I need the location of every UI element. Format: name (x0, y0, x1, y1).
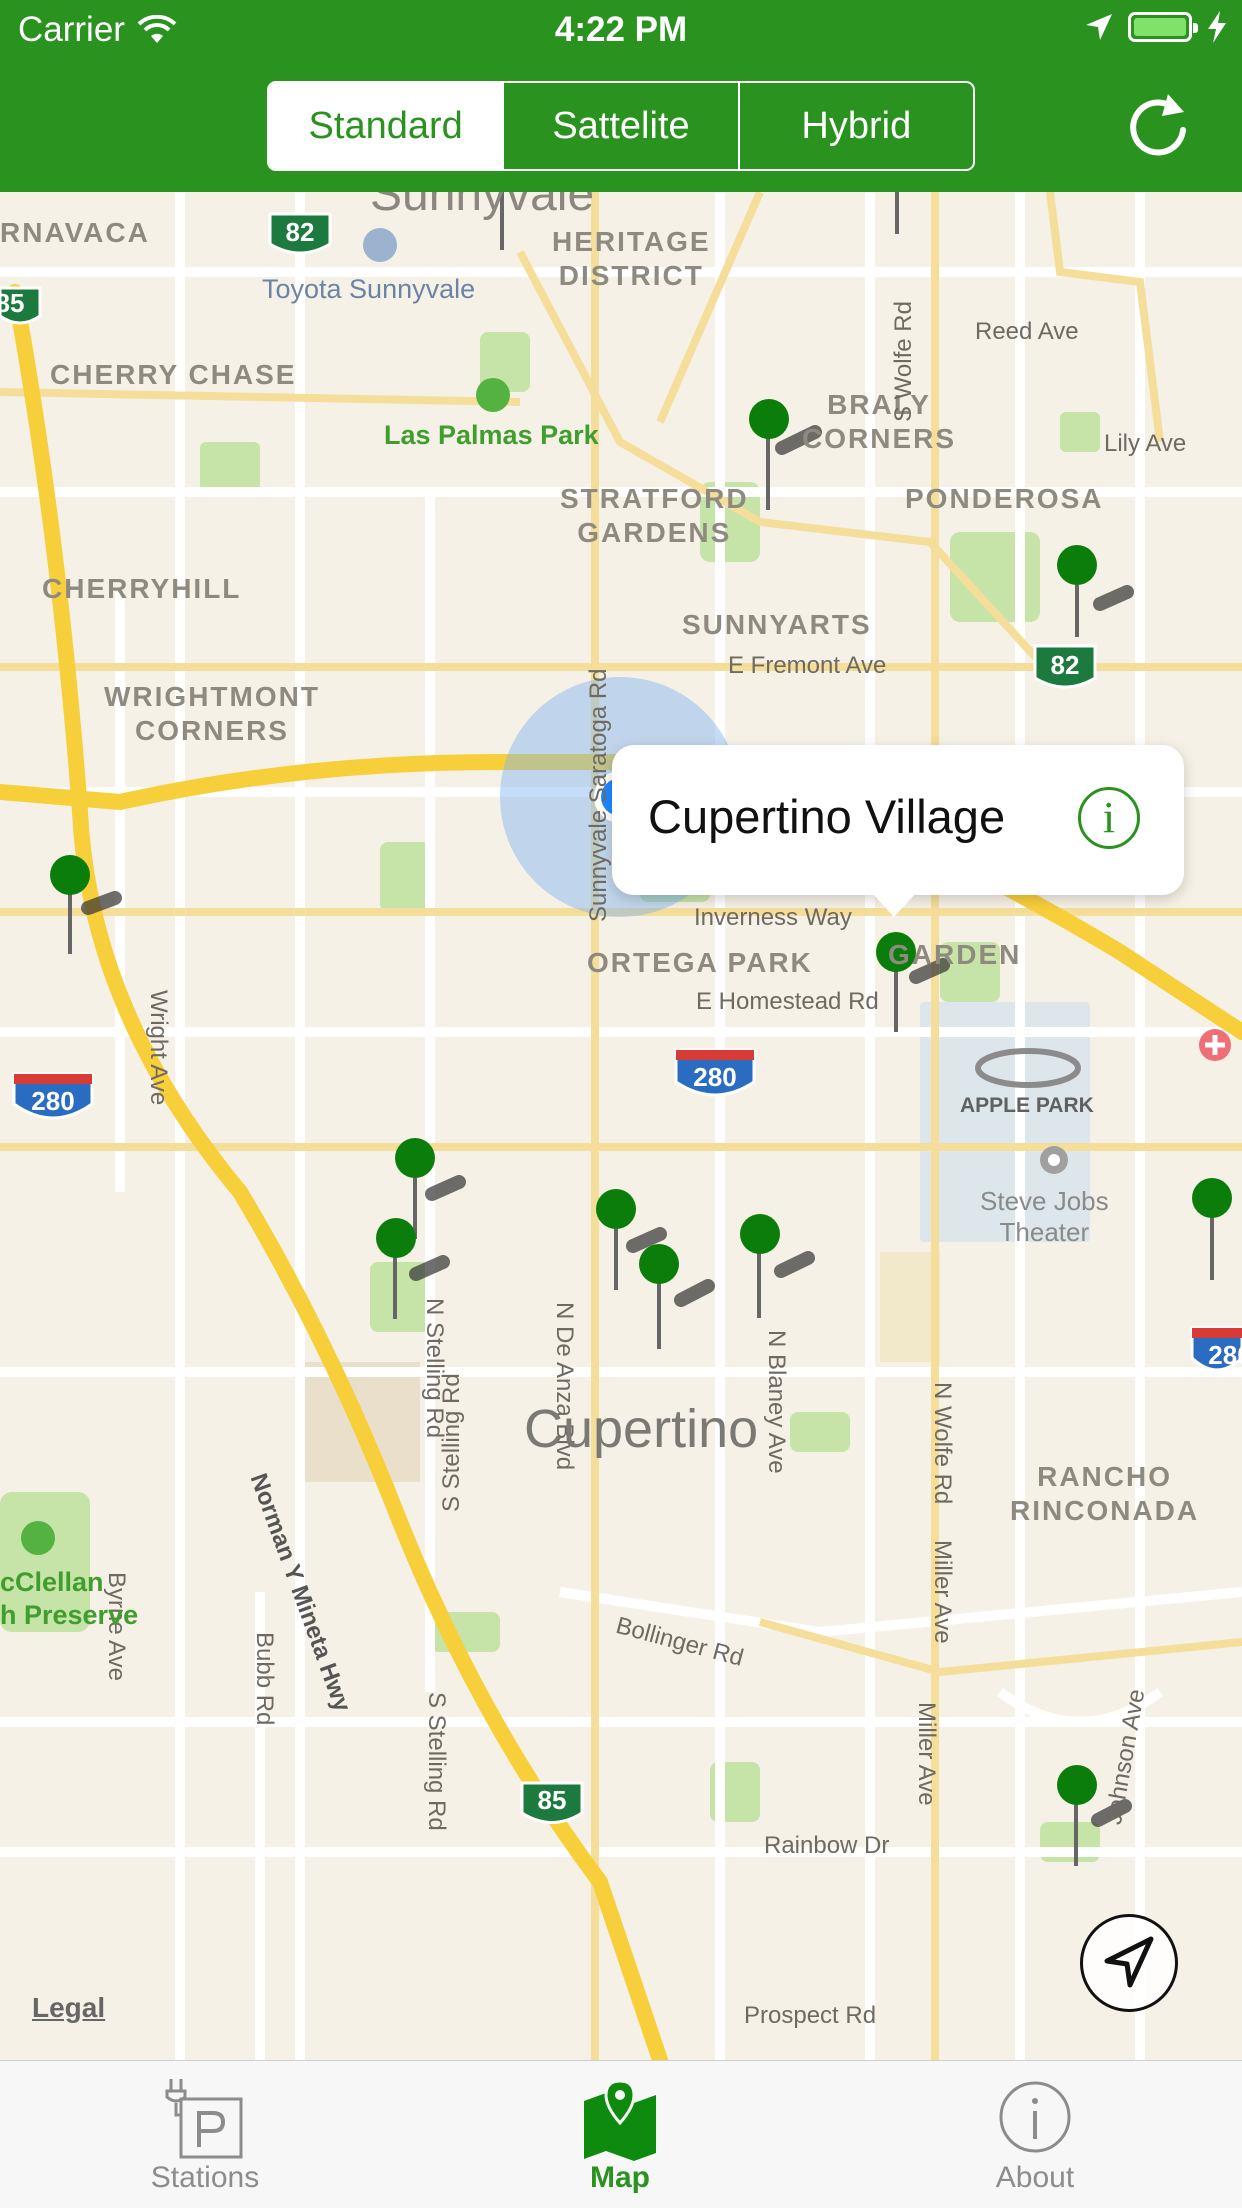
shield-280-left: 280 (31, 1086, 74, 1116)
street-rainbow-dr: Rainbow Dr (764, 1832, 890, 1859)
map-label-las-palmas-park: Las Palmas Park (384, 420, 599, 450)
info-icon[interactable]: i (1078, 787, 1140, 849)
tab-stations-label: Stations (150, 2161, 260, 2194)
map-label-cherryhill: CHERRYHILL (42, 573, 242, 604)
street-s-stelling-rd: S Stelling Rd (438, 1373, 465, 1512)
street-n-wolfe-rd: N Wolfe Rd (929, 1382, 956, 1505)
segment-standard[interactable]: Standard (269, 83, 503, 169)
status-bar: Carrier 4:22 PM (0, 0, 1242, 62)
map-label-mcclellan-preserve: cClellan h Preserve (0, 1567, 139, 1630)
street-wright-ave: Wright Ave (145, 990, 172, 1106)
map-icon (584, 2079, 656, 2161)
shield-85-top: 85 (0, 288, 24, 318)
map-type-segmented-control: Standard Sattelite Hybrid (267, 81, 975, 171)
map-label-heritage-district: HERITAGE DISTRICT (552, 226, 711, 291)
tab-about[interactable]: About (935, 2061, 1135, 2208)
map-label-stratford-gardens: STRATFORD GARDENS (560, 483, 749, 548)
map-label-garden: GARDEN (888, 939, 1022, 970)
info-icon (999, 2081, 1071, 2153)
tab-about-label: About (995, 2161, 1075, 2194)
map-label-braly-corners: BRALY CORNERS (802, 389, 957, 454)
callout-title: Cupertino Village (648, 790, 1006, 843)
status-time: 4:22 PM (554, 10, 688, 49)
map-label-wrightmont-corners: WRIGHTMONT CORNERS (104, 681, 320, 746)
refresh-icon[interactable] (1118, 86, 1198, 166)
navigation-arrow-icon (1104, 1936, 1154, 1988)
legal-link[interactable]: Legal (32, 1992, 105, 2024)
map-label-cuernavaca: RNAVACA (0, 217, 150, 248)
tab-bar: Stations Map About (0, 2060, 1242, 2208)
street-n-blaney-ave: N Blaney Ave (763, 1330, 790, 1474)
shield-82-right: 82 (1051, 650, 1080, 680)
station-pin (895, 192, 899, 234)
charging-station-icon (165, 2079, 243, 2159)
street-s-wolfe-rd: S Wolfe Rd (890, 301, 917, 422)
map-label-ortega-park: ORTEGA PARK (587, 947, 813, 978)
status-right (1084, 10, 1228, 44)
street-prospect-rd: Prospect Rd (744, 2002, 877, 2029)
battery-icon (1128, 12, 1198, 42)
segment-satellite[interactable]: Sattelite (502, 83, 737, 169)
location-arrow-icon (1086, 14, 1112, 40)
street-e-fremont-ave: E Fremont Ave (728, 652, 887, 679)
street-bubb-rd: Bubb Rd (251, 1632, 278, 1726)
map-label-cherry-chase: CHERRY CHASE (50, 359, 297, 390)
station-callout[interactable]: Cupertino Village i (612, 745, 1184, 917)
shield-82-top: 82 (286, 217, 315, 247)
segment-hybrid[interactable]: Hybrid (737, 83, 973, 169)
map-label-apple-park: APPLE PARK (960, 1094, 1094, 1117)
locate-me-button[interactable] (1080, 1914, 1178, 2012)
street-lily-ave: Lily Ave (1104, 430, 1187, 457)
street-miller-ave: Miller Ave (929, 1540, 956, 1644)
street-miller-ave-2: Miller Ave (913, 1702, 940, 1806)
map-view[interactable]: 82 82 85 85 280 280 280 (0, 192, 1242, 2060)
tab-map[interactable]: Map (520, 2061, 720, 2208)
shield-85-bottom: 85 (538, 1785, 567, 1815)
map-label-cupertino: Cupertino (524, 1399, 759, 1459)
map-base: 82 82 85 85 280 280 280 (0, 192, 1242, 2060)
tab-stations[interactable]: Stations (105, 2061, 305, 2208)
nav-header: Carrier 4:22 PM Standard Sattelite Hybri… (0, 0, 1242, 192)
street-s-stelling-rd-2: S Stelling Rd (423, 1692, 450, 1831)
street-e-homestead-rd: E Homestead Rd (696, 988, 879, 1015)
map-label-sunnyvale: Sunnyvale (370, 192, 595, 221)
shield-280-center: 280 (693, 1062, 736, 1092)
street-inverness-way: Inverness Way (694, 904, 852, 931)
tab-map-label: Map (590, 2161, 650, 2194)
map-label-rancho-rinconada: RANCHO RINCONADA (1010, 1461, 1200, 1526)
street-reed-ave: Reed Ave (975, 318, 1079, 345)
map-label-ponderosa: PONDEROSA (905, 483, 1104, 514)
charging-bolt-icon (1208, 11, 1226, 43)
map-label-steve-jobs-theater: Steve Jobs Theater (980, 1186, 1109, 1247)
shield-280-right: 280 (1208, 1340, 1242, 1370)
map-label-sunnyarts: SUNNYARTS (682, 609, 872, 640)
map-label-toyota: Toyota Sunnyvale (262, 274, 476, 304)
street-sunnyvale-saratoga-rd: Sunnyvale Saratoga Rd (585, 668, 612, 923)
